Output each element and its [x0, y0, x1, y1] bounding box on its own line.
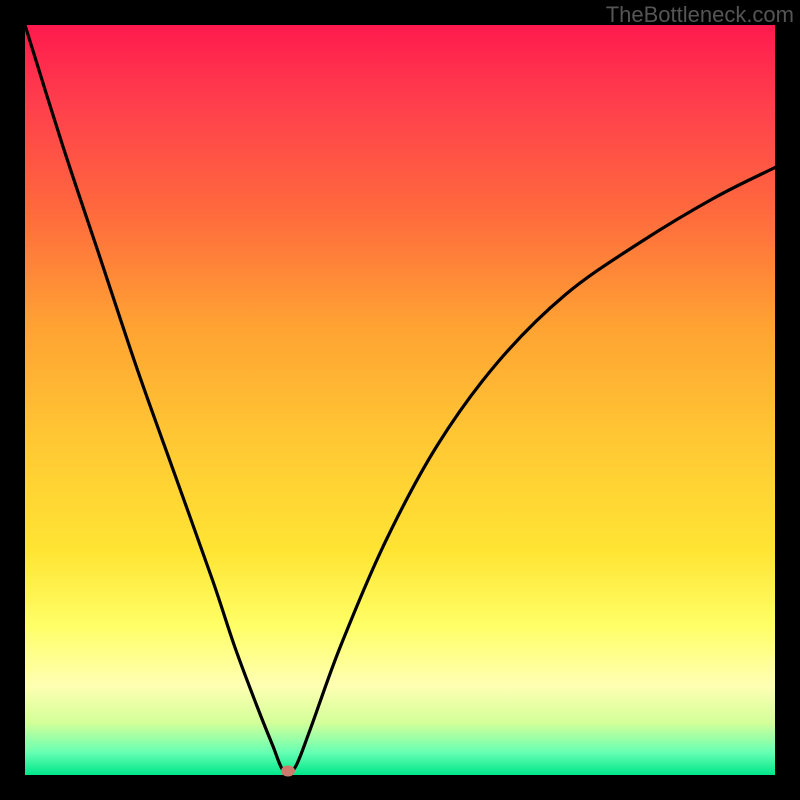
bottleneck-curve-path	[25, 25, 775, 774]
curve-svg	[25, 25, 775, 775]
watermark-text: TheBottleneck.com	[606, 2, 794, 28]
chart-container: TheBottleneck.com	[0, 0, 800, 800]
plot-area	[25, 25, 775, 775]
optimal-point-marker	[281, 766, 295, 777]
